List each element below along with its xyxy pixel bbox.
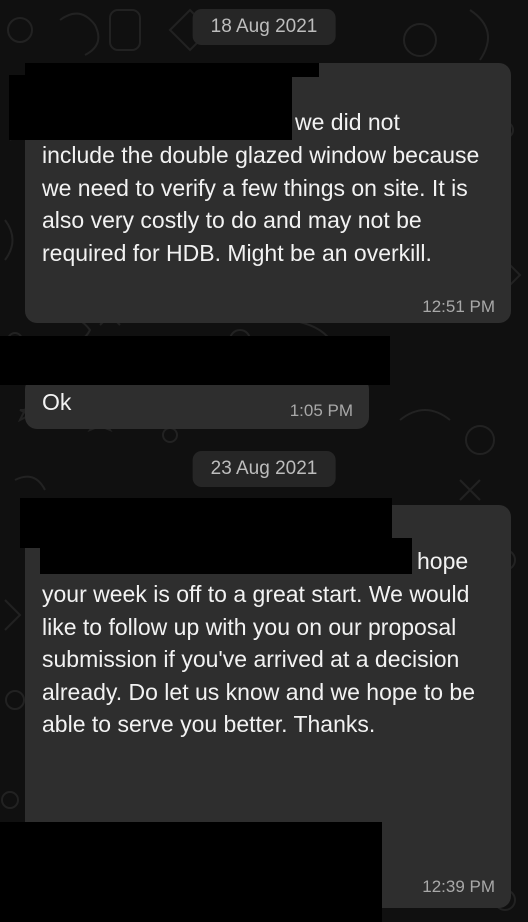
message-timestamp: 12:39 PM (422, 877, 495, 896)
chat-view[interactable]: 18 Aug 2021 we did not include the doubl… (0, 0, 528, 922)
redaction-block (40, 538, 412, 574)
redaction-block (25, 63, 319, 77)
message-timestamp: 1:05 PM (289, 401, 353, 420)
redaction-block (0, 336, 390, 385)
message-lead-text: we did not (295, 109, 400, 135)
message-text: Ok (42, 389, 72, 415)
date-separator: 18 Aug 2021 (192, 9, 336, 45)
redaction-block (0, 822, 382, 922)
date-separator: 23 Aug 2021 (192, 451, 336, 487)
message-lead-text: hope (417, 548, 469, 574)
message-text: your week is off to a great start. We wo… (42, 581, 476, 737)
message-timestamp: 12:51 PM (422, 297, 495, 316)
message-text: include the double glazed window because… (42, 142, 480, 266)
redaction-block (9, 75, 292, 140)
